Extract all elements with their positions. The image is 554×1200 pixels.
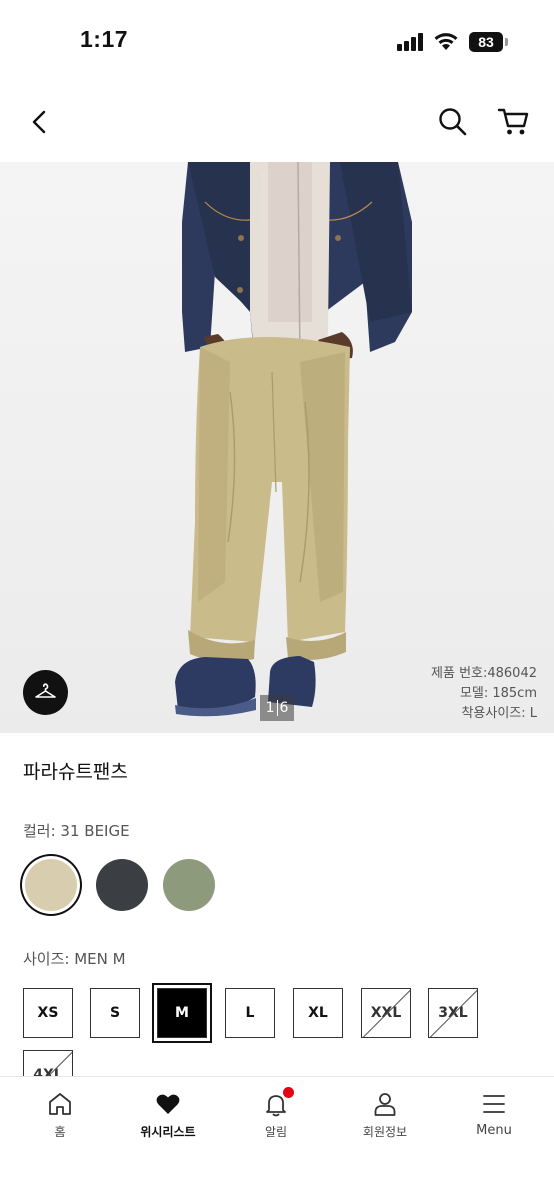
wifi-icon: [433, 31, 459, 55]
nav-header: [0, 80, 554, 162]
tab-menu-label: Menu: [476, 1123, 512, 1138]
image-counter-current: 1: [265, 700, 275, 716]
tab-notifications[interactable]: 알림: [231, 1087, 321, 1140]
product-title: 파라슈트팬츠: [23, 761, 128, 783]
size-option-3xl[interactable]: 3XL: [428, 988, 478, 1038]
cellular-signal-icon: [397, 33, 425, 51]
cart-icon: [497, 108, 529, 135]
size-option-xl[interactable]: XL: [293, 988, 343, 1038]
image-counter-total: 6: [279, 700, 289, 716]
tab-menu[interactable]: Menu: [449, 1091, 539, 1138]
model-size: 착용사이즈: L: [461, 706, 537, 721]
status-time: 1:17: [80, 26, 129, 52]
size-option-xxl[interactable]: XXL: [361, 988, 411, 1038]
tab-wishlist[interactable]: 위시리스트: [123, 1091, 213, 1140]
person-icon: [374, 1093, 396, 1116]
status-bar: 1:17 83: [0, 0, 554, 80]
hanger-icon: [35, 683, 56, 698]
tab-wishlist-label: 위시리스트: [140, 1125, 196, 1139]
size-option-xs[interactable]: XS: [23, 988, 73, 1038]
heart-icon: [156, 1094, 180, 1114]
size-option-l[interactable]: L: [225, 988, 275, 1038]
tab-home[interactable]: 홈: [15, 1091, 105, 1140]
tab-home-label: 홈: [54, 1125, 66, 1139]
battery-icon: 83: [469, 32, 503, 52]
bottom-tab-bar: 홈 위시리스트 알림 회원정보 Menu: [0, 1076, 554, 1200]
color-swatch-olive[interactable]: [163, 859, 215, 911]
color-swatch-beige[interactable]: [25, 859, 77, 911]
size-option-s[interactable]: S: [90, 988, 140, 1038]
product-image[interactable]: 16 제품 번호:486042 모델: 185cm 착용사이즈: L: [0, 162, 554, 733]
size-label: 사이즈: MEN M: [23, 950, 126, 968]
search-button[interactable]: [436, 105, 470, 139]
color-label: 컬러: 31 BEIGE: [23, 822, 130, 840]
size-option-m[interactable]: M: [157, 988, 207, 1038]
model-photo: [175, 162, 412, 717]
tab-notifications-label: 알림: [264, 1125, 288, 1139]
chevron-left-icon: [32, 110, 46, 134]
home-icon: [49, 1093, 71, 1115]
image-counter: 16: [260, 695, 294, 721]
back-button[interactable]: [22, 104, 58, 140]
battery-tip: [505, 38, 508, 46]
notification-badge: [283, 1087, 294, 1098]
tab-account[interactable]: 회원정보: [340, 1091, 430, 1140]
product-number: 제품 번호:486042: [431, 666, 537, 681]
search-icon: [439, 108, 467, 136]
tab-account-label: 회원정보: [362, 1125, 408, 1139]
model-height: 모델: 185cm: [459, 686, 537, 701]
try-on-hanger-button[interactable]: [23, 670, 68, 715]
model-info: 제품 번호:486042 모델: 185cm 착용사이즈: L: [431, 664, 537, 724]
hamburger-icon: [483, 1095, 505, 1113]
cart-button[interactable]: [496, 105, 532, 139]
color-swatch-dark-gray[interactable]: [96, 859, 148, 911]
